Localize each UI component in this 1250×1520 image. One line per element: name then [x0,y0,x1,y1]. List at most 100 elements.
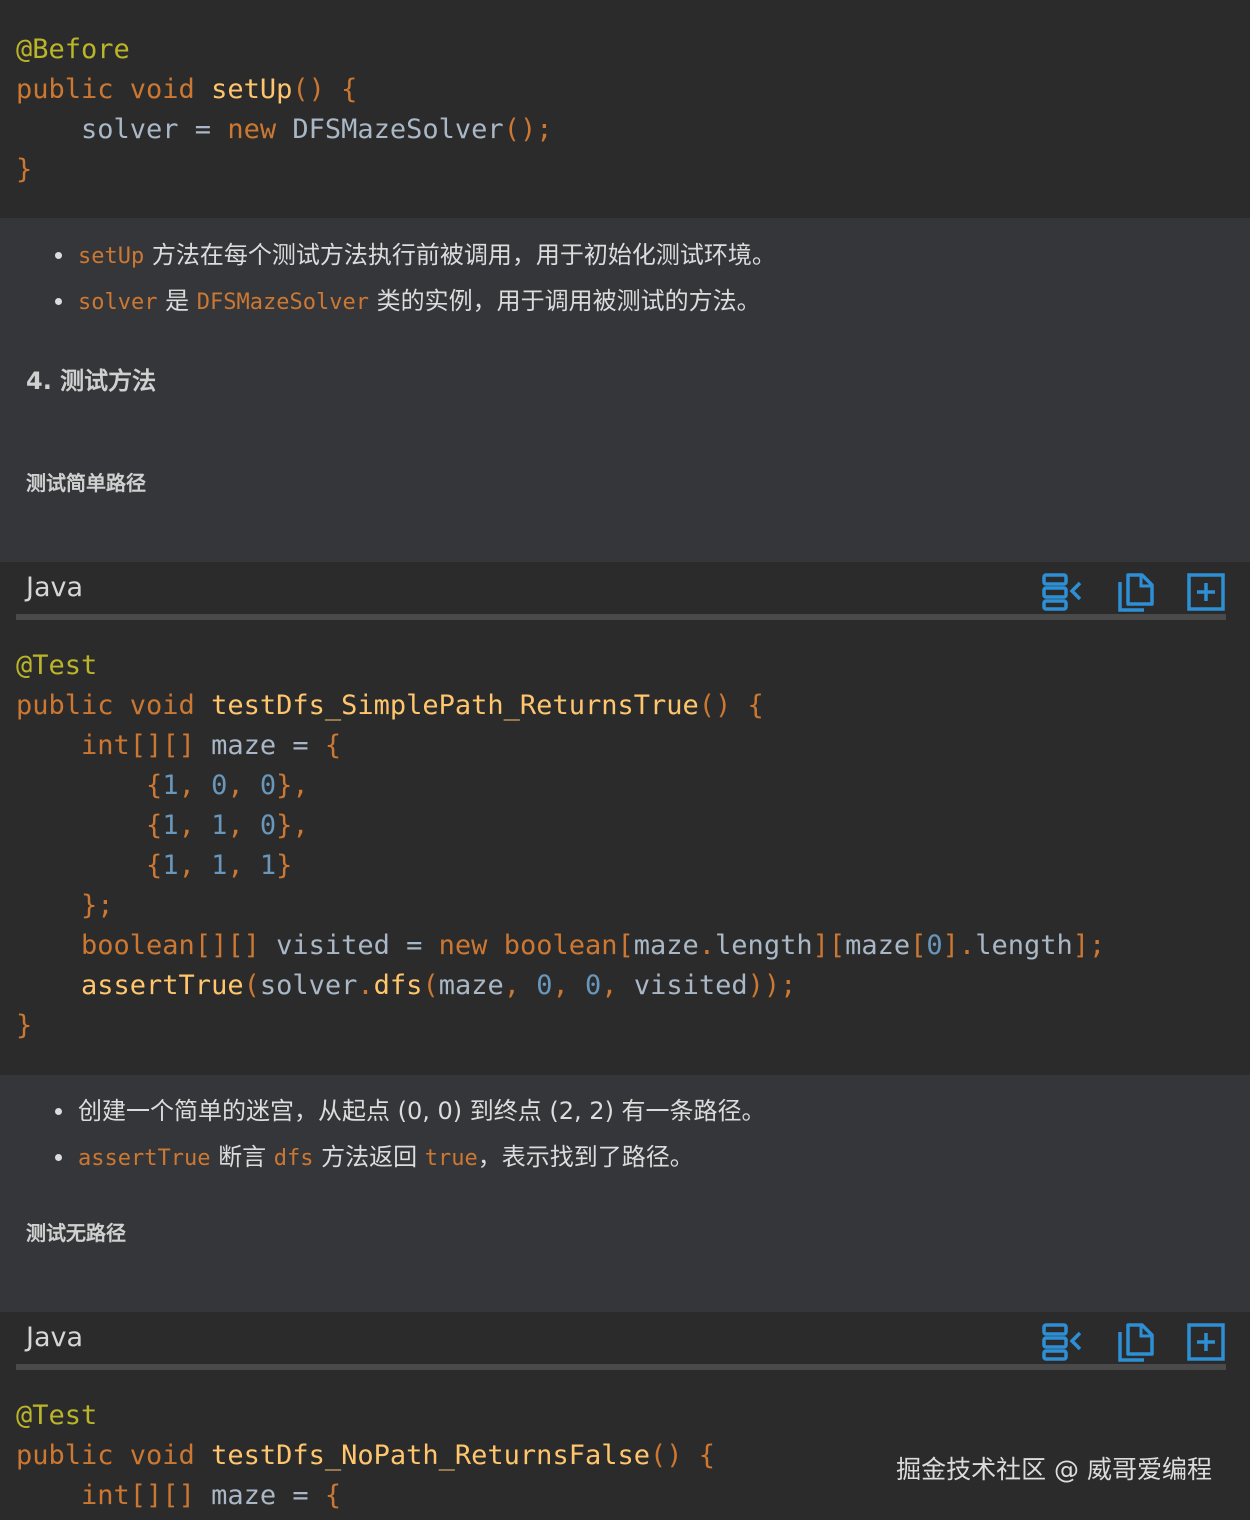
list-item-text: 方法在每个测试方法执行前被调用，用于初始化测试环境。 [144,241,776,269]
collapse-code-icon[interactable] [1042,572,1082,612]
list-item: solver 是 DFSMazeSolver 类的实例，用于调用被测试的方法。 [55,278,1250,324]
code-line: {1, 1, 0}, [16,806,1250,846]
code-line: assertTrue(solver.dfs(maze, 0, 0, visite… [16,966,1250,1006]
code-token: { [324,1480,342,1511]
code-token: setUp [211,74,293,105]
code-token: () { [649,1440,716,1471]
code-language-label: Java [26,1322,84,1353]
code-token: , [601,970,634,1001]
code-line: solver = new DFSMazeSolver(); [16,110,1250,150]
code-token: public void [16,74,212,105]
list-item: assertTrue 断言 dfs 方法返回 true，表示找到了路径。 [55,1134,1250,1180]
code-token: [ [910,930,927,961]
code-token: 0 [211,770,228,801]
code-token: () { [698,690,764,721]
code-token: public void [16,1440,212,1471]
code-token: ]. [942,930,976,961]
code-line: int[][] maze = { [16,726,1250,766]
code-line: {1, 1, 1} [16,846,1250,886]
code-token: , [227,850,260,881]
code-token: maze [438,970,504,1001]
code-token: , [503,970,537,1001]
code-token: new [438,930,504,961]
collapse-code-icon[interactable] [1042,1322,1082,1362]
code-token: @Test [16,650,98,681]
code-token: () { [292,74,358,105]
list-item: setUp 方法在每个测试方法执行前被调用，用于初始化测试环境。 [55,232,1250,278]
code-token: }, [276,770,309,801]
list-item-text: 断言 [210,1143,274,1171]
section-heading: 4. 测试方法 [26,367,157,395]
code-token: ][ [812,930,846,961]
code-block-no-path: @Test public void testDfs_NoPath_ReturnsF… [0,1370,1250,1520]
code-token: [][] [194,930,277,961]
code-token: 1 [211,810,228,841]
list-item-text: ，表示找到了路径。 [477,1143,694,1171]
code-token: { [16,850,163,881]
code-block-setup: @Before public void setUp() { solver = ne… [0,0,1250,218]
code-token: }; [16,890,114,921]
code-token: testDfs_NoPath_ReturnsFalse [211,1440,650,1471]
code-block-simple-path: @Test public void testDfs_SimplePath_Retu… [0,620,1250,1075]
copy-icon[interactable] [1116,1322,1156,1362]
code-token: 1 [162,810,179,841]
code-token: , [552,970,586,1001]
code-token: length [715,930,813,961]
code-token: DFSMazeSolver [292,114,504,145]
code-token: , [178,810,212,841]
inline-code: assertTrue [78,1146,211,1171]
code-block-header: Java [0,1312,1250,1370]
code-token: . [698,930,716,961]
copy-icon[interactable] [1116,572,1156,612]
code-token: 1 [211,850,228,881]
code-line: @Test [16,1396,1250,1436]
code-line: @Test [16,646,1250,686]
inline-code: setUp [78,244,145,269]
code-token: } [16,1010,33,1041]
code-token: visited [633,970,748,1001]
watermark: 掘金技术社区 @ 威哥爱编程 [896,1455,1212,1484]
code-token: boolean [16,930,195,961]
expand-icon[interactable] [1186,572,1226,612]
code-line: {1, 0, 0}, [16,766,1250,806]
code-token: [ [617,930,634,961]
code-token: 1 [162,770,179,801]
code-token: 1 [259,850,277,881]
code-token: ( [422,970,439,1001]
code-token: { [16,810,163,841]
code-token: 0 [926,930,943,961]
code-line: boolean[][] visited = new boolean[maze.l… [16,926,1250,966]
inline-code: dfs [273,1146,314,1171]
notes-list-simple-path: 创建一个简单的迷宫，从起点 (0, 0) 到终点 (2, 2) 有一条路径。 a… [0,1088,1250,1180]
code-token: solver = [16,114,228,145]
code-token: . [357,970,374,1001]
code-token: , [227,810,260,841]
code-line: public void testDfs_SimplePath_ReturnsTr… [16,686,1250,726]
code-token: } [276,850,293,881]
inline-code: true [424,1146,478,1171]
code-line: public void setUp() { [16,70,1250,110]
subsection-heading: 测试无路径 [26,1221,126,1245]
code-token: , [227,770,260,801]
code-token: new [227,114,293,145]
code-token: 1 [162,850,179,881]
expand-icon[interactable] [1186,1322,1226,1362]
inline-code: solver [78,290,158,315]
code-token: boolean [503,930,618,961]
code-token: public void [16,690,212,721]
code-token: @Test [16,1400,98,1431]
code-token: } [16,154,33,185]
code-token: maze = [211,1480,325,1511]
code-token: }, [276,810,309,841]
list-item-text: 是 [157,287,197,315]
list-item-text: 类的实例，用于调用被测试的方法。 [368,287,761,315]
code-token: 0 [536,970,553,1001]
code-token: { [16,770,163,801]
code-block-header: Java [0,562,1250,620]
code-token: solver [259,970,358,1001]
notes-list-setup: setUp 方法在每个测试方法执行前被调用，用于初始化测试环境。 solver … [0,232,1250,324]
code-line: @Before [16,30,1250,70]
code-language-label: Java [26,572,84,603]
code-token: ]; [1072,930,1106,961]
code-token: maze = [211,730,325,761]
